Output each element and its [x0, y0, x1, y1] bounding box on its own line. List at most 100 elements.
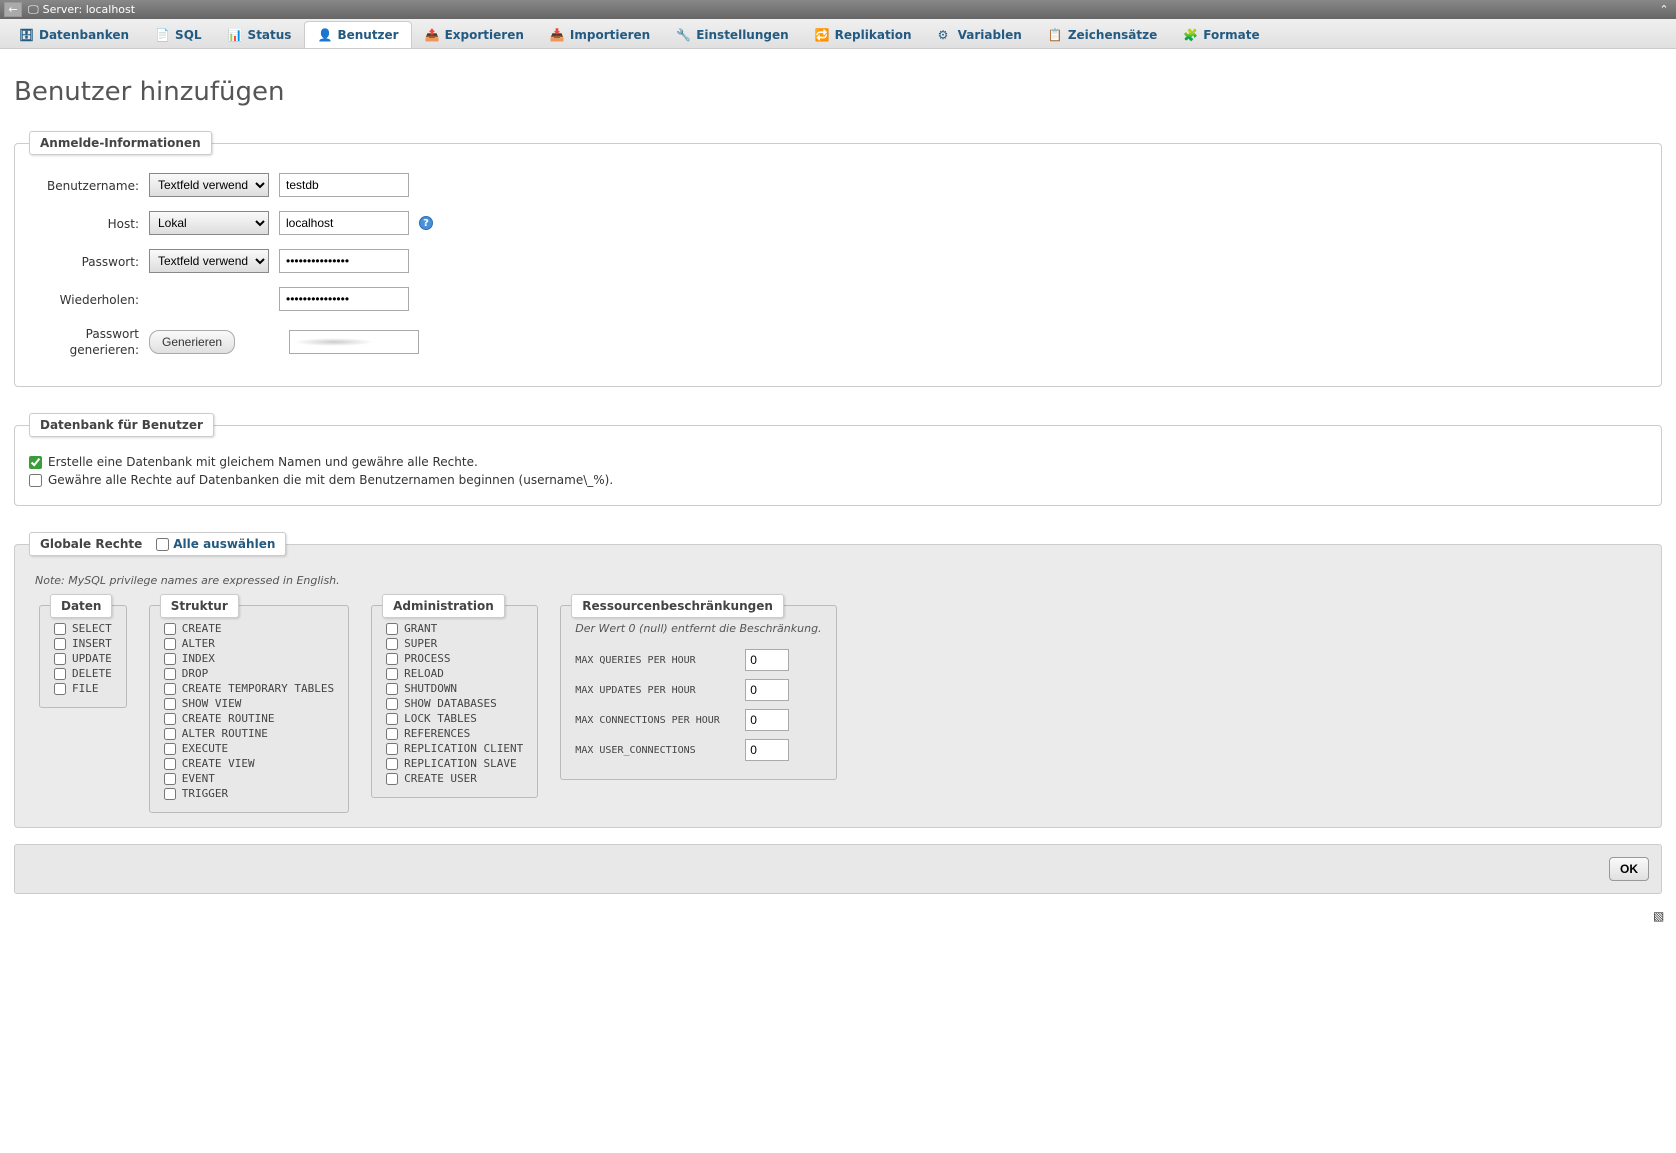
checkbox-create[interactable] [164, 623, 176, 635]
checkbox-lock-tables[interactable] [386, 713, 398, 725]
input-max-user_connections[interactable] [745, 739, 789, 761]
username-input[interactable] [279, 173, 409, 197]
password-repeat-input[interactable] [279, 287, 409, 311]
legend-data: Daten [50, 594, 112, 618]
tab-einstellungen[interactable]: 🔧Einstellungen [663, 21, 801, 48]
db-icon: 🗄 [19, 28, 33, 42]
priv-label: EVENT [182, 772, 215, 785]
tab-status[interactable]: 📊Status [215, 21, 305, 48]
input-max-queries-per-hour[interactable] [745, 649, 789, 671]
checkbox-shutdown[interactable] [386, 683, 398, 695]
tab-label: Zeichensätze [1068, 28, 1157, 42]
checkbox-event[interactable] [164, 773, 176, 785]
priv-label: UPDATE [72, 652, 112, 665]
priv-index: INDEX [164, 652, 334, 665]
checkbox-file[interactable] [54, 683, 66, 695]
checkbox-index[interactable] [164, 653, 176, 665]
help-icon[interactable]: ? [419, 216, 433, 230]
priv-create-temporary-tables: CREATE TEMPORARY TABLES [164, 682, 334, 695]
priv-delete: DELETE [54, 667, 112, 680]
checkbox-super[interactable] [386, 638, 398, 650]
res-label: MAX CONNECTIONS PER HOUR [575, 715, 735, 726]
fieldset-login-info: Anmelde-Informationen Benutzername: Text… [14, 131, 1662, 387]
input-max-updates-per-hour[interactable] [745, 679, 789, 701]
tab-exportieren[interactable]: 📤Exportieren [412, 21, 537, 48]
replication-icon: 🔁 [815, 28, 829, 42]
priv-label: SELECT [72, 622, 112, 635]
checkbox-show-view[interactable] [164, 698, 176, 710]
priv-label: ALTER [182, 637, 215, 650]
checkbox-trigger[interactable] [164, 788, 176, 800]
checkbox-alter[interactable] [164, 638, 176, 650]
input-max-connections-per-hour[interactable] [745, 709, 789, 731]
settings-icon: 🔧 [676, 28, 690, 42]
priv-replication-slave: REPLICATION SLAVE [386, 757, 523, 770]
priv-create-user: CREATE USER [386, 772, 523, 785]
checkbox-references[interactable] [386, 728, 398, 740]
box-admin-privs: Administration GRANTSUPERPROCESSRELOADSH… [371, 605, 538, 798]
label-username: Benutzername: [29, 177, 139, 193]
tab-sql[interactable]: 📄SQL [142, 21, 215, 48]
link-select-all[interactable]: Alle auswählen [173, 537, 275, 551]
checkbox-insert[interactable] [54, 638, 66, 650]
priv-label: SHOW VIEW [182, 697, 242, 710]
priv-label: CREATE [182, 622, 222, 635]
checkbox-show-databases[interactable] [386, 698, 398, 710]
tab-label: SQL [175, 28, 202, 42]
priv-label: CREATE TEMPORARY TABLES [182, 682, 334, 695]
priv-shutdown: SHUTDOWN [386, 682, 523, 695]
checkbox-delete[interactable] [54, 668, 66, 680]
checkbox-create-view[interactable] [164, 758, 176, 770]
password-input[interactable] [279, 249, 409, 273]
host-mode-select[interactable]: Lokal [149, 211, 269, 235]
label-generate: Passwort generieren: [29, 325, 139, 358]
checkbox-create-routine[interactable] [164, 713, 176, 725]
checkbox-select[interactable] [54, 623, 66, 635]
generated-password-field[interactable] [289, 330, 419, 354]
checkbox-grant-prefix[interactable] [29, 474, 42, 487]
priv-show-databases: SHOW DATABASES [386, 697, 523, 710]
priv-label: CREATE VIEW [182, 757, 255, 770]
checkbox-select-all[interactable] [156, 538, 169, 551]
legend-global-text: Globale Rechte [40, 537, 142, 551]
checkbox-update[interactable] [54, 653, 66, 665]
res-label: MAX UPDATES PER HOUR [575, 685, 735, 696]
checkbox-create-temporary-tables[interactable] [164, 683, 176, 695]
priv-label: EXECUTE [182, 742, 228, 755]
back-button[interactable]: ← [4, 2, 22, 17]
box-resource-limits: Ressourcenbeschränkungen Der Wert 0 (nul… [560, 605, 836, 780]
password-mode-select[interactable]: Textfeld verwenden: [149, 249, 269, 273]
checkbox-replication-client[interactable] [386, 743, 398, 755]
legend-global: Globale Rechte Alle auswählen [29, 532, 286, 556]
priv-select: SELECT [54, 622, 112, 635]
legend-db-user: Datenbank für Benutzer [29, 413, 214, 437]
priv-label: LOCK TABLES [404, 712, 477, 725]
priv-label: REPLICATION SLAVE [404, 757, 517, 770]
ok-button[interactable]: OK [1609, 857, 1649, 881]
checkbox-execute[interactable] [164, 743, 176, 755]
tab-datenbanken[interactable]: 🗄Datenbanken [6, 21, 142, 48]
checkbox-process[interactable] [386, 653, 398, 665]
checkbox-reload[interactable] [386, 668, 398, 680]
tab-label: Importieren [570, 28, 650, 42]
checkbox-grant[interactable] [386, 623, 398, 635]
checkbox-create-user[interactable] [386, 773, 398, 785]
res-max-updates-per-hour: MAX UPDATES PER HOUR [575, 679, 821, 701]
host-input[interactable] [279, 211, 409, 235]
tab-formate[interactable]: 🧩Formate [1170, 21, 1272, 48]
tab-replikation[interactable]: 🔁Replikation [802, 21, 925, 48]
checkbox-replication-slave[interactable] [386, 758, 398, 770]
tab-importieren[interactable]: 📥Importieren [537, 21, 663, 48]
username-mode-select[interactable]: Textfeld verwenden: [149, 173, 269, 197]
priv-update: UPDATE [54, 652, 112, 665]
checkbox-drop[interactable] [164, 668, 176, 680]
tab-zeichensätze[interactable]: 📋Zeichensätze [1035, 21, 1170, 48]
tab-variablen[interactable]: ⚙Variablen [925, 21, 1035, 48]
checkbox-create-db-same-name[interactable] [29, 456, 42, 469]
priv-label: ALTER ROUTINE [182, 727, 268, 740]
tab-benutzer[interactable]: 👤Benutzer [304, 21, 411, 48]
collapse-icon[interactable]: ⌃ [1656, 3, 1672, 17]
generate-button[interactable]: Generieren [149, 330, 235, 354]
checkbox-alter-routine[interactable] [164, 728, 176, 740]
box-data-privs: Daten SELECTINSERTUPDATEDELETEFILE [39, 605, 127, 708]
